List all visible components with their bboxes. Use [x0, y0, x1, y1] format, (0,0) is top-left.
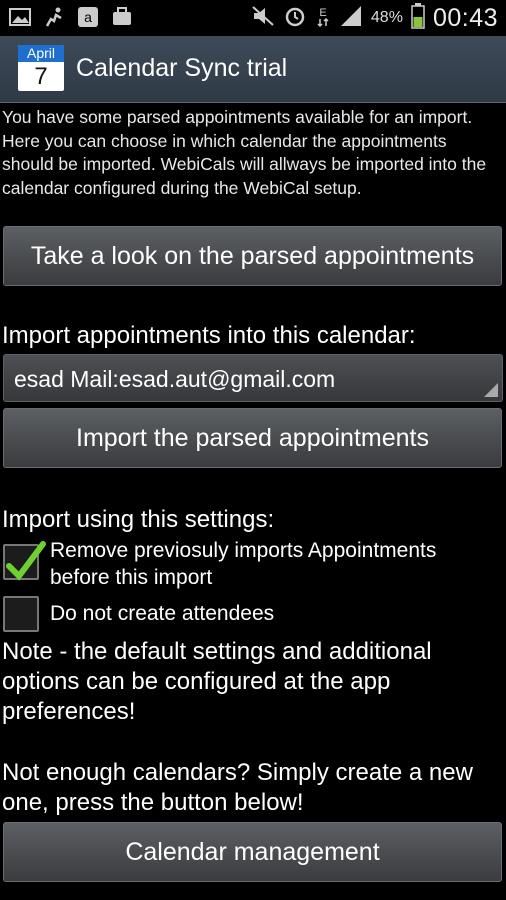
gallery-icon [8, 5, 32, 29]
briefcase-icon [110, 5, 134, 29]
dropdown-arrow-icon [484, 383, 498, 397]
calendar-select-label: Import appointments into this calendar: [2, 322, 416, 349]
calendar-dropdown[interactable]: esad Mail:esad.aut@gmail.com [3, 354, 503, 402]
view-parsed-appointments-button[interactable]: Take a look on the parsed appointments [3, 226, 502, 286]
amazon-icon: a [76, 5, 100, 29]
intro-text: You have some parsed appointments availa… [2, 107, 487, 198]
alarm-icon [283, 4, 307, 33]
page-title: Calendar Sync trial [76, 54, 288, 82]
data-e-icon: E [315, 4, 331, 33]
import-appointments-button[interactable]: Import the parsed appointments [3, 408, 502, 468]
battery-percent: 48% [370, 9, 403, 26]
svg-text:a: a [84, 9, 92, 25]
icon-day: 7 [34, 63, 48, 90]
calendar-app-icon: April 7 [18, 45, 64, 91]
calendar-selected-value: esad Mail:esad.aut@gmail.com [14, 366, 336, 392]
clock: 00:43 [432, 3, 498, 32]
icon-month: April [18, 45, 64, 62]
status-bar: a E 48% 00:43 [0, 0, 506, 36]
activity-icon [42, 5, 66, 29]
action-bar: April 7 Calendar Sync trial [0, 36, 506, 103]
svg-text:E: E [319, 7, 326, 19]
settings-note: Note - the default settings and addition… [2, 638, 432, 725]
checkmark-icon [6, 541, 46, 581]
signal-icon [339, 5, 363, 32]
remove-previous-imports-label[interactable]: Remove previosuly imports Appointments b… [50, 537, 500, 591]
calendar-management-button[interactable]: Calendar management [3, 822, 502, 882]
remove-previous-imports-checkbox[interactable] [3, 541, 46, 581]
settings-label: Import using this settings: [2, 506, 275, 533]
battery-icon [411, 2, 425, 34]
no-attendees-label[interactable]: Do not create attendees [50, 600, 500, 627]
mute-icon [251, 5, 275, 32]
no-attendees-checkbox[interactable] [3, 596, 39, 632]
calendars-hint: Not enough calendars? Simply create a ne… [2, 759, 473, 816]
